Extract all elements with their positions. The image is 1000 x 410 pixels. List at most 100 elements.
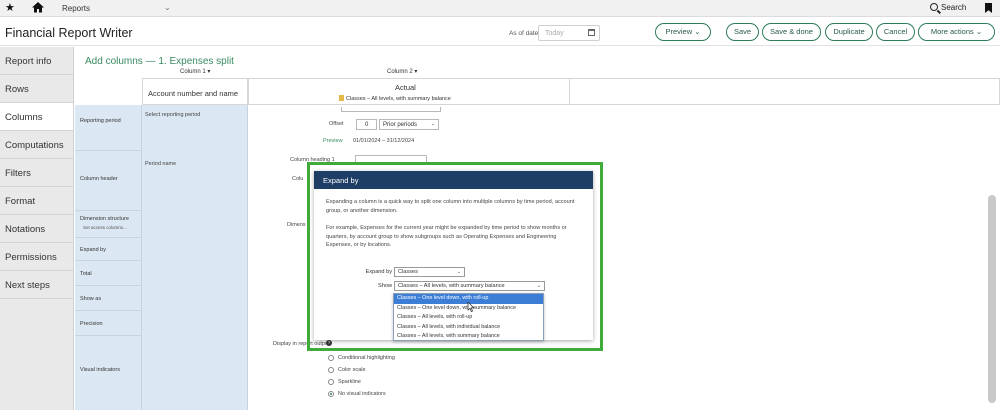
bookmark-icon[interactable] — [985, 3, 992, 13]
offset-period-select[interactable]: Prior periods ⌄ — [379, 119, 439, 130]
search-icon — [930, 3, 938, 11]
select-reporting-period-text: Select reporting period — [145, 112, 201, 118]
row-divider — [75, 310, 142, 311]
dialog-paragraph-2: For example, Expenses for the current ye… — [326, 225, 567, 248]
row-label-column-header: Column header — [80, 176, 118, 182]
module-selector[interactable]: Reports — [62, 4, 90, 13]
dialog-paragraph-1: Expanding a column is a quick way to spl… — [326, 199, 575, 214]
sidebar-item-format[interactable]: Format — [0, 187, 73, 215]
more-actions-button[interactable]: More actions ⌄ — [918, 23, 995, 41]
row-label-dimension-structure: Dimension structure — [80, 216, 129, 222]
offset-label: Offset — [329, 121, 344, 127]
dropdown-option[interactable]: Classes – All levels, with individual ba… — [394, 323, 543, 333]
sidebar-item-report-info[interactable]: Report info — [0, 47, 73, 75]
dimension-label-partial: Dimens — [287, 222, 306, 228]
show-select[interactable]: Classes – All levels, with summary balan… — [394, 281, 545, 291]
column-1-menu[interactable]: Column 1 ▾ — [180, 68, 210, 75]
sidebar-item-permissions[interactable]: Permissions — [0, 243, 73, 271]
reporting-period-select[interactable] — [341, 107, 441, 112]
account-column-header: Account number and name — [142, 78, 248, 105]
sidebar-item-rows[interactable]: Rows — [0, 75, 73, 103]
actual-column-header: Actual Classes – All levels, with summar… — [248, 78, 570, 105]
dropdown-option[interactable]: Classes – All levels, with roll-up — [394, 313, 543, 323]
home-icon[interactable] — [31, 0, 45, 14]
option-color-scale: Color scale — [338, 367, 366, 373]
row-label-column: Reporting period Column header Dimension… — [75, 105, 142, 410]
sidebar: Report info Rows Columns Computations Fi… — [0, 47, 74, 410]
dialog-title: Expand by — [314, 171, 593, 189]
sidebar-item-notations[interactable]: Notations — [0, 215, 73, 243]
as-of-date-label: As of date — [509, 30, 539, 37]
radio-color-scale[interactable] — [328, 367, 334, 373]
radio-conditional-highlighting[interactable] — [328, 355, 334, 361]
row-label-precision: Precision — [80, 321, 103, 327]
radio-sparkline[interactable] — [328, 379, 334, 385]
period-name-text: Period name — [145, 161, 177, 167]
show-label: Show — [378, 283, 392, 289]
save-and-done-button[interactable]: Save & done — [762, 23, 821, 41]
actual-header-label: Actual — [395, 83, 416, 92]
row-divider — [75, 285, 142, 286]
show-value: Classes – All levels, with summary balan… — [398, 283, 505, 289]
row-label-total: Total — [80, 271, 92, 277]
section-heading: Add columns — 1. Expenses split — [85, 56, 234, 67]
page-title: Financial Report Writer — [5, 26, 133, 40]
mouse-cursor-icon — [467, 302, 474, 312]
row-divider — [75, 335, 142, 336]
chevron-down-icon: ⌄ — [456, 269, 461, 275]
expand-by-label: Expand by — [365, 269, 392, 275]
search-button[interactable]: Search — [930, 3, 966, 12]
chevron-down-icon: ⌄ — [536, 283, 541, 289]
empty-column-header — [570, 78, 1000, 105]
as-of-date-input[interactable]: Today — [538, 25, 600, 41]
chevron-down-icon: ⌄ — [694, 27, 701, 36]
row-divider — [75, 237, 142, 238]
folder-icon — [339, 95, 344, 101]
account-header-label: Account number and name — [148, 89, 239, 98]
offset-period-value: Prior periods — [383, 122, 418, 128]
row-sublabel-dimension: Set access columns... — [83, 225, 127, 230]
sidebar-item-columns[interactable]: Columns — [0, 103, 73, 131]
preview-button[interactable]: Preview ⌄ — [655, 23, 711, 41]
column-label-partial: Colu — [292, 176, 304, 182]
row-divider — [75, 150, 142, 151]
dropdown-option[interactable]: Classes – All levels, with summary balan… — [394, 332, 543, 342]
sidebar-item-filters[interactable]: Filters — [0, 159, 73, 187]
preview-label: Preview — [323, 138, 343, 144]
duplicate-button[interactable]: Duplicate — [825, 23, 873, 41]
option-no-visual-indicators: No visual indicators — [338, 391, 386, 397]
chevron-down-icon: ⌄ — [975, 27, 983, 36]
sidebar-item-computations[interactable]: Computations — [0, 131, 73, 159]
chevron-down-icon: ⌄ — [430, 121, 435, 127]
preview-button-label: Preview — [665, 27, 693, 36]
save-button[interactable]: Save — [726, 23, 759, 41]
chevron-down-icon[interactable]: ⌄ — [164, 3, 171, 12]
account-name-column: Select reporting period Period name — [142, 105, 248, 410]
column-2-menu[interactable]: Column 2 ▾ — [387, 68, 417, 75]
offset-input[interactable]: 0 — [356, 119, 377, 130]
row-label-visual-indicators: Visual indicators — [80, 367, 120, 373]
actual-header-sub-text: Classes – All levels, with summary balan… — [346, 96, 451, 102]
cancel-button[interactable]: Cancel — [876, 23, 915, 41]
favorites-star-icon[interactable]: ★ — [5, 1, 15, 14]
search-label: Search — [941, 3, 967, 12]
sidebar-item-next-steps[interactable]: Next steps — [0, 271, 73, 299]
top-nav-bar: ★ Reports ⌄ Search — [0, 0, 1000, 17]
option-sparkline: Sparkline — [338, 379, 361, 385]
radio-no-visual-indicators[interactable] — [328, 391, 334, 397]
as-of-date-placeholder: Today — [545, 30, 564, 37]
preview-value: 01/01/2024 – 31/12/2024 — [353, 138, 415, 144]
expand-by-value: Classes — [398, 269, 418, 275]
row-divider — [75, 260, 142, 261]
show-dropdown-list: Classes – One level down, with roll-up C… — [393, 293, 544, 341]
calendar-icon[interactable] — [588, 29, 595, 36]
vertical-scrollbar[interactable] — [988, 195, 996, 403]
expand-by-select[interactable]: Classes ⌄ — [394, 267, 465, 277]
actual-header-sub: Classes – All levels, with summary balan… — [339, 95, 451, 102]
option-conditional-highlighting: Conditional highlighting — [338, 355, 395, 361]
row-divider — [75, 210, 142, 211]
more-actions-label: More actions — [930, 27, 974, 36]
row-label-show-as: Show as — [80, 296, 102, 302]
title-bar: Financial Report Writer As of date Today… — [0, 18, 1000, 46]
row-label-expand-by: Expand by — [80, 247, 106, 253]
